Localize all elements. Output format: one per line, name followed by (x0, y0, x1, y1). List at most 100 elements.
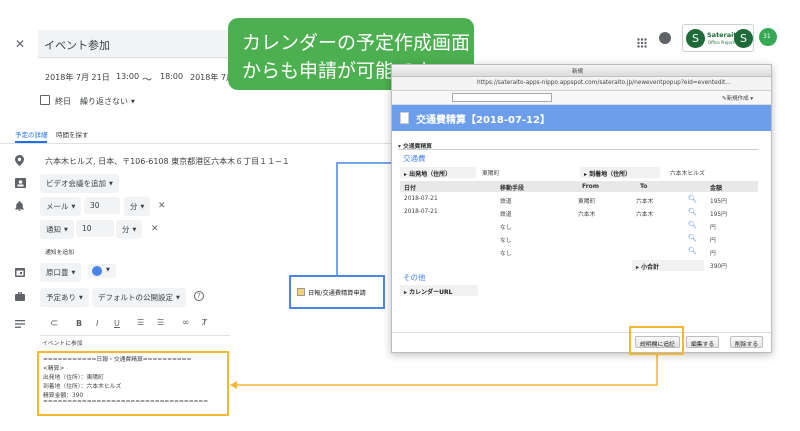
bell-icon (15, 201, 24, 214)
notification-unit-2-label: 分 (122, 225, 130, 234)
row-2-to: 六本木 (636, 212, 654, 218)
calendar-owner: 原口豊 (46, 268, 69, 277)
addon-button[interactable]: 日報/交通費精算申請 (289, 275, 385, 309)
delete-button[interactable]: 削除する (730, 336, 764, 348)
departure-value: 東陽町 (482, 171, 500, 177)
busy-label: 予定あり (46, 293, 76, 302)
sateraito-sub: Office Project (708, 40, 735, 45)
notification-unit-2[interactable]: 分 ▼ (116, 220, 143, 239)
briefcase-icon (15, 291, 25, 304)
tab-details[interactable]: 予定の詳細 (15, 129, 48, 139)
window-title: 新規 (572, 69, 584, 75)
search-icon[interactable]: 🔍︎ (688, 208, 697, 216)
row-1-date: 2018-07-21 (404, 196, 438, 202)
numbered-list-icon[interactable]: ☰ (137, 318, 144, 327)
arrival-label: ▸ 到着地（住所） (580, 167, 660, 178)
popup-select[interactable] (452, 93, 552, 102)
notification-value-1[interactable]: 30 (84, 197, 120, 214)
clear-format-icon[interactable]: Ⱦ (202, 318, 207, 327)
repeat-value: 繰り返さない (80, 97, 128, 106)
start-date[interactable]: 2018年 7月 21日 (45, 72, 110, 83)
popup-toolbar: ✎新規作成 ▾ (392, 91, 771, 105)
remove-notification-2-icon[interactable]: ✕ (151, 224, 159, 234)
new-create-label: 新規作成 (726, 96, 749, 102)
color-select[interactable]: ▼ (88, 264, 116, 278)
row-1-from: 東陽町 (578, 199, 596, 205)
notification-unit-1[interactable]: 分 ▼ (124, 197, 151, 216)
chevron-down-icon: ▼ (64, 227, 68, 233)
chevron-down-icon: ▼ (106, 267, 110, 273)
description-line: イベントに参加 (42, 341, 83, 347)
chevron-down-icon: ▼ (140, 204, 145, 210)
subtotal-label: ▸ 小合計 (632, 260, 704, 271)
addon-icon (297, 288, 305, 296)
row-1-to: 六本木 (636, 199, 654, 205)
apps-grid-icon[interactable] (637, 33, 647, 48)
col-from: From (578, 181, 636, 192)
popup-title-bar: 新規 (392, 65, 771, 77)
visibility-label: デフォルトの公開設定 (98, 293, 173, 302)
row-2-amount: 195円 (710, 212, 727, 218)
addon-label: 日報/交通費精算申請 (308, 290, 366, 297)
sateraito-logo[interactable]: S Sateraito Office Project S (682, 24, 754, 52)
underline-icon[interactable]: U (114, 319, 120, 328)
notification-value-2[interactable]: 10 (76, 220, 114, 237)
location-field[interactable]: 六本木ヒルズ, 日本、〒106-6108 東京都港区六本木６丁目１１−１ (45, 156, 290, 167)
calendar-icon (15, 267, 25, 280)
notification-value-1-text: 30 (90, 201, 100, 210)
notification-type-2[interactable]: 通知 ▼ (40, 220, 74, 239)
description-line: 精算金額：390 (43, 393, 84, 399)
col-search (686, 181, 706, 192)
departure-label: ▸ 出発地（住所） (400, 167, 476, 178)
search-icon[interactable]: 🔍︎ (688, 195, 697, 203)
link-icon[interactable]: ∞ (182, 318, 190, 328)
calendar-select[interactable]: 原口豊 ▼ (40, 263, 82, 282)
close-icon[interactable]: ✕ (15, 38, 25, 50)
tabs-divider (0, 143, 400, 144)
remove-notification-1-icon[interactable]: ✕ (158, 201, 166, 211)
tab-find-time[interactable]: 時間を探す (56, 129, 89, 139)
popup-footer-divider (392, 332, 771, 333)
edit-button[interactable]: 編集する (686, 336, 720, 348)
time-separator: 〜 (142, 75, 152, 86)
allday-checkbox[interactable] (40, 95, 50, 105)
calendar-badge-icon[interactable]: 31 (759, 28, 777, 46)
bold-icon[interactable]: B (76, 319, 82, 328)
chevron-down-icon: ▼ (176, 295, 180, 301)
popup-window: 新規 https://sateraito-apps-nippo.appspot.… (391, 64, 772, 353)
row-2-date: 2018-07-21 (404, 209, 438, 215)
section-divider (398, 149, 758, 150)
edit-label: 編集する (691, 342, 715, 348)
repeat-dropdown[interactable]: 繰り返さない ▼ (80, 96, 135, 107)
chevron-down-icon: ▼ (131, 98, 135, 105)
notifications-icon[interactable] (659, 32, 671, 44)
allday-label: 終日 (55, 97, 71, 106)
add-notification-link[interactable]: 通知を追加 (45, 247, 74, 256)
col-to: To (636, 181, 686, 192)
url-text: https://sateraito-apps-nippo.appspot.com… (477, 80, 731, 86)
attach-icon[interactable]: ⊂ (50, 318, 58, 329)
notification-type-1[interactable]: メール ▼ (40, 197, 82, 216)
help-icon[interactable]: ? (194, 291, 204, 301)
search-icon[interactable]: 🔍︎ (688, 221, 697, 229)
visibility-select[interactable]: デフォルトの公開設定 ▼ (92, 288, 186, 307)
popup-header-title: 交通費精算【2018-07-12】 (416, 115, 550, 126)
search-icon[interactable]: 🔍︎ (688, 234, 697, 242)
add-video-button[interactable]: ビデオ会議を追加 ▼ (40, 174, 119, 193)
new-create-button[interactable]: ✎新規作成 ▾ (722, 94, 753, 102)
search-icon[interactable]: 🔍︎ (688, 247, 697, 255)
col-date: 日付 (400, 181, 496, 192)
calendar-url-text: カレンダーURL (409, 289, 453, 296)
col-method: 移動手段 (496, 181, 578, 192)
row-4-method: なし (500, 238, 512, 244)
end-time[interactable]: 18:00 (160, 72, 183, 81)
append-description-button[interactable]: 説明欄に追記 (635, 336, 680, 348)
sateraito-emblem-icon: S (686, 29, 705, 48)
bulleted-list-icon[interactable]: ☰ (157, 318, 164, 327)
italic-icon[interactable]: I (96, 319, 98, 328)
description-icon (15, 320, 25, 331)
start-time[interactable]: 13:00 (116, 72, 139, 81)
event-title-input[interactable]: イベント参加 (38, 30, 228, 58)
delete-label: 削除する (735, 342, 759, 348)
busy-select[interactable]: 予定あり ▼ (40, 288, 89, 307)
